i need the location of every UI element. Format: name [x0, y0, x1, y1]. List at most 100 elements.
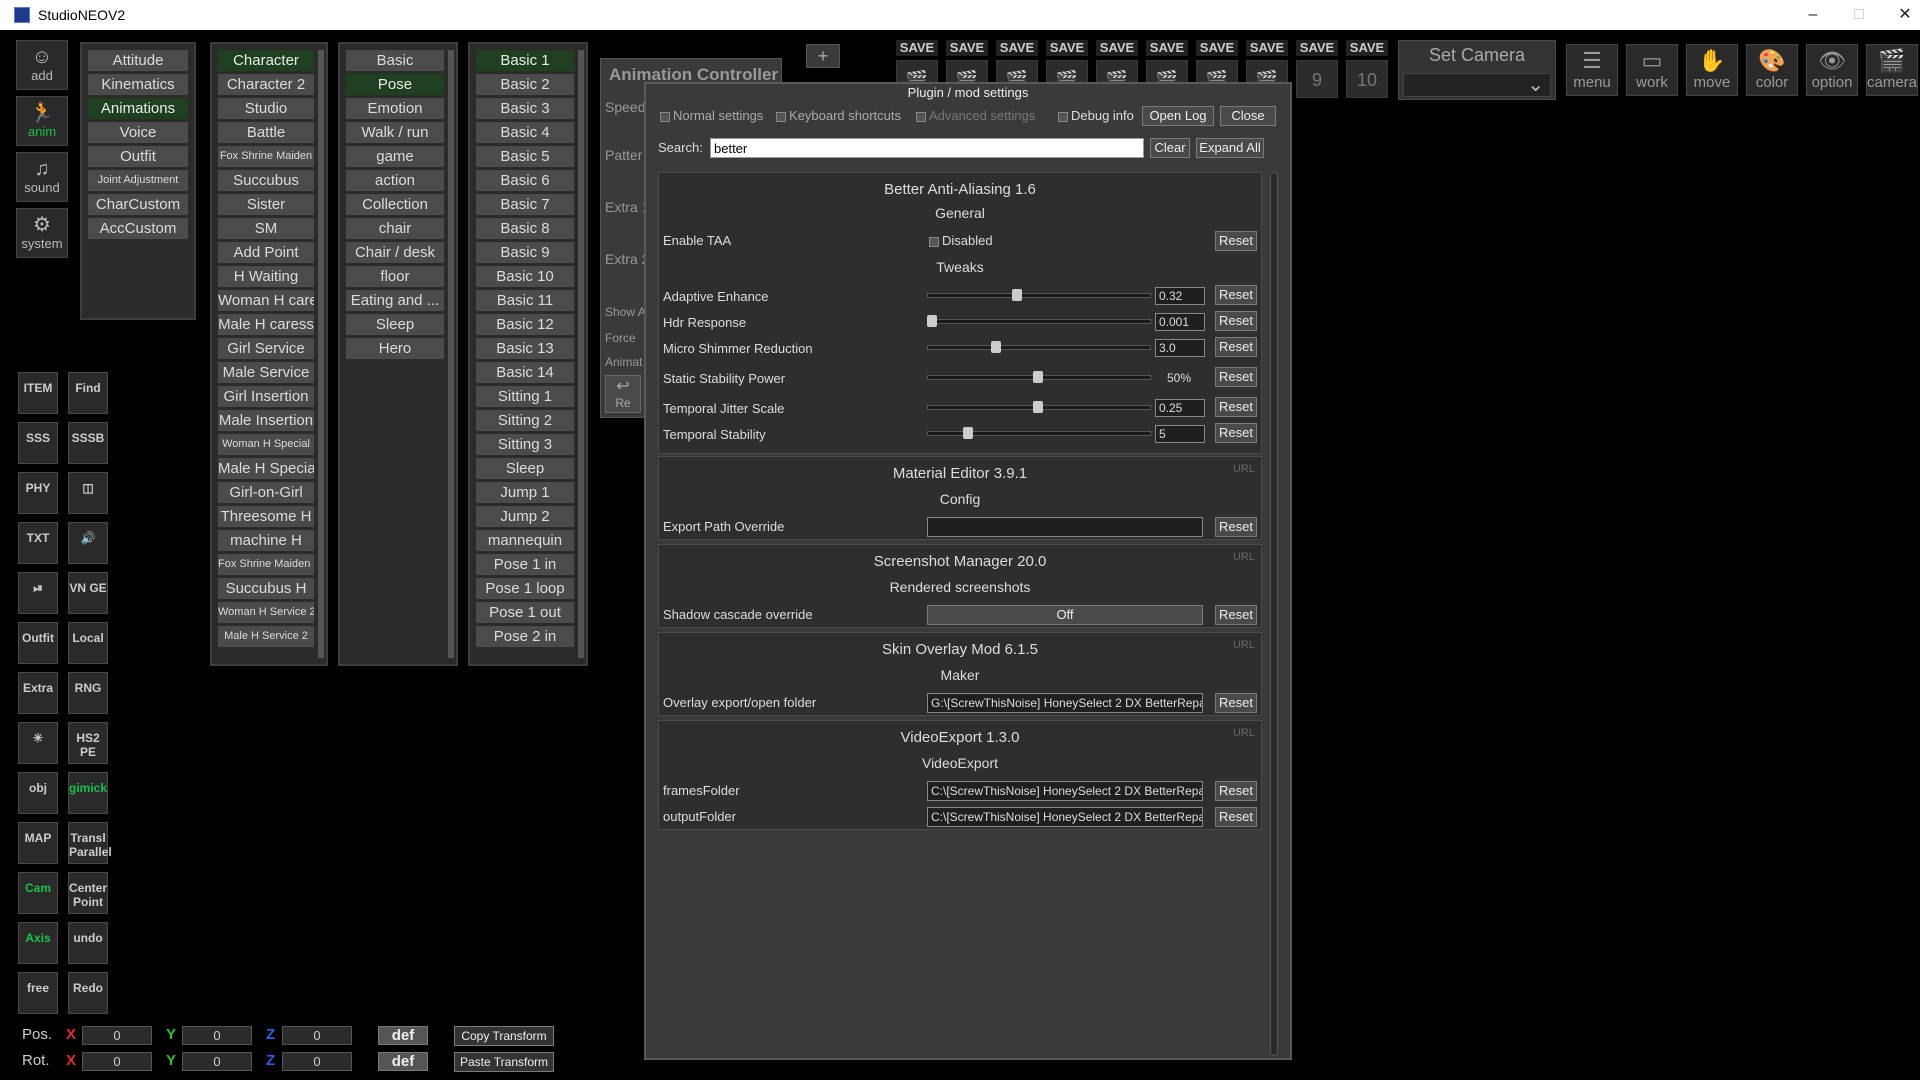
- menu-item[interactable]: Battle: [218, 122, 314, 143]
- tool-button-cam[interactable]: Cam: [18, 872, 58, 914]
- scene-slot[interactable]: 9: [1296, 60, 1338, 98]
- reset-button[interactable]: Reset: [1215, 337, 1257, 357]
- reset-button[interactable]: Reset: [1215, 781, 1257, 801]
- slider-thumb[interactable]: [1011, 289, 1022, 301]
- menu-item[interactable]: Character 2: [218, 74, 314, 95]
- menu-item[interactable]: Emotion: [346, 98, 444, 119]
- work-button[interactable]: ▭ work: [1626, 44, 1678, 96]
- save-button[interactable]: SAVE: [996, 40, 1038, 56]
- rot-z-field[interactable]: 0: [282, 1052, 352, 1071]
- menu-item[interactable]: chair: [346, 218, 444, 239]
- menu-item[interactable]: Pose 1 in: [476, 554, 574, 575]
- tool-button-outfit[interactable]: Outfit: [18, 622, 58, 664]
- save-button[interactable]: SAVE: [1346, 40, 1388, 56]
- pos-x-field[interactable]: 0: [82, 1026, 152, 1045]
- menu-item[interactable]: Sleep: [476, 458, 574, 479]
- menu-item[interactable]: Succubus H: [218, 578, 314, 599]
- menu-item[interactable]: Male H caress: [218, 314, 314, 335]
- slider-thumb[interactable]: [1033, 371, 1043, 383]
- menu-item[interactable]: Male H Special: [218, 458, 314, 479]
- overlay-folder-field[interactable]: G:\[ScrewThisNoise] HoneySelect 2 DX Bet…: [927, 693, 1203, 713]
- menu-item[interactable]: Girl Insertion: [218, 386, 314, 407]
- slider-thumb[interactable]: [990, 341, 1001, 353]
- tool-button--[interactable]: ⏯: [18, 572, 58, 614]
- slider-track[interactable]: [927, 431, 1151, 436]
- menu-item[interactable]: Sleep: [346, 314, 444, 335]
- reset-button[interactable]: Reset: [1215, 231, 1257, 251]
- debug-info-toggle[interactable]: Debug info: [1058, 108, 1134, 123]
- menu-item[interactable]: game: [346, 146, 444, 167]
- tool-button-redo[interactable]: Redo: [68, 972, 108, 1014]
- tool-button-obj[interactable]: obj: [18, 772, 58, 814]
- menu-item[interactable]: SM: [218, 218, 314, 239]
- slider-track[interactable]: [927, 345, 1151, 350]
- menu-button[interactable]: ☰ menu: [1566, 44, 1618, 96]
- slider-thumb[interactable]: [963, 427, 974, 439]
- menu-item[interactable]: Basic 3: [476, 98, 574, 119]
- menu-item[interactable]: Girl-on-Girl: [218, 482, 314, 503]
- menu-item[interactable]: Sitting 2: [476, 410, 574, 431]
- menu-3-scrollbar[interactable]: [448, 50, 454, 658]
- menu-item[interactable]: H Waiting: [218, 266, 314, 287]
- tool-button--[interactable]: ✳: [18, 722, 58, 764]
- pos-y-field[interactable]: 0: [182, 1026, 252, 1045]
- menu-item[interactable]: Basic 9: [476, 242, 574, 263]
- tool-button-gimick[interactable]: gimick: [68, 772, 108, 814]
- tool-button-vn-ge[interactable]: VN GE: [68, 572, 108, 614]
- menu-item[interactable]: Jump 2: [476, 506, 574, 527]
- reset-button[interactable]: Reset: [1215, 397, 1257, 417]
- tool-button-find[interactable]: Find: [68, 372, 108, 414]
- paste-transform-button[interactable]: Paste Transform: [454, 1052, 554, 1072]
- menu-item[interactable]: Basic 2: [476, 74, 574, 95]
- pos-def-button[interactable]: def: [378, 1026, 428, 1045]
- menu-item[interactable]: Basic 11: [476, 290, 574, 311]
- url-link[interactable]: URL: [1233, 639, 1255, 651]
- reset-anim-button[interactable]: ↩ Re: [605, 375, 641, 413]
- menu-item[interactable]: Pose 1 loop: [476, 578, 574, 599]
- menu-2-scrollbar[interactable]: [318, 50, 324, 658]
- menu-item[interactable]: Fox Shrine Maiden H: [218, 554, 314, 575]
- menu-item[interactable]: machine H: [218, 530, 314, 551]
- set-camera-panel[interactable]: Set Camera ⌄: [1398, 40, 1556, 100]
- tool-button--[interactable]: 🔊: [68, 522, 108, 564]
- menu-item[interactable]: AccCustom: [88, 218, 188, 239]
- tab-advanced-settings[interactable]: Advanced settings: [916, 108, 1035, 123]
- menu-item[interactable]: Jump 1: [476, 482, 574, 503]
- output-folder-field[interactable]: C:\[ScrewThisNoise] HoneySelect 2 DX Bet…: [927, 807, 1203, 827]
- scene-slot[interactable]: 10: [1346, 60, 1388, 98]
- move-button[interactable]: ✋ move: [1686, 44, 1738, 96]
- tool-button-center-point[interactable]: Center Point: [68, 872, 108, 914]
- anim-add-button[interactable]: +: [806, 44, 840, 68]
- menu-item[interactable]: Studio: [218, 98, 314, 119]
- open-log-button[interactable]: Open Log: [1142, 106, 1214, 126]
- save-button[interactable]: SAVE: [1146, 40, 1188, 56]
- menu-item[interactable]: floor: [346, 266, 444, 287]
- reset-button[interactable]: Reset: [1215, 807, 1257, 827]
- slider-track[interactable]: [927, 319, 1151, 324]
- pos-z-field[interactable]: 0: [282, 1026, 352, 1045]
- close-dialog-button[interactable]: Close: [1220, 106, 1276, 126]
- menu-item[interactable]: Woman H Special: [218, 434, 314, 455]
- url-link[interactable]: URL: [1233, 463, 1255, 475]
- slider-track[interactable]: [927, 293, 1151, 298]
- reset-button[interactable]: Reset: [1215, 605, 1257, 625]
- menu-item[interactable]: action: [346, 170, 444, 191]
- menu-item[interactable]: Girl Service: [218, 338, 314, 359]
- menu-item[interactable]: Voice: [88, 122, 188, 143]
- frames-folder-field[interactable]: C:\[ScrewThisNoise] HoneySelect 2 DX Bet…: [927, 781, 1203, 801]
- menu-item[interactable]: Succubus: [218, 170, 314, 191]
- reset-button[interactable]: Reset: [1215, 517, 1257, 537]
- reset-button[interactable]: Reset: [1215, 285, 1257, 305]
- menu-item[interactable]: Basic 6: [476, 170, 574, 191]
- tool-button-extra[interactable]: Extra: [18, 672, 58, 714]
- slider-value-field[interactable]: 0.25: [1155, 399, 1205, 417]
- reset-button[interactable]: Reset: [1215, 693, 1257, 713]
- camera-button[interactable]: 🎬 camera: [1866, 44, 1918, 96]
- menu-item[interactable]: Basic 10: [476, 266, 574, 287]
- save-button[interactable]: SAVE: [1096, 40, 1138, 56]
- menu-4-scrollbar[interactable]: [578, 50, 584, 658]
- menu-item[interactable]: Sister: [218, 194, 314, 215]
- menu-item[interactable]: Animations: [88, 98, 188, 119]
- export-path-field[interactable]: [927, 517, 1203, 537]
- main-button-sound[interactable]: ♫ sound: [16, 152, 68, 202]
